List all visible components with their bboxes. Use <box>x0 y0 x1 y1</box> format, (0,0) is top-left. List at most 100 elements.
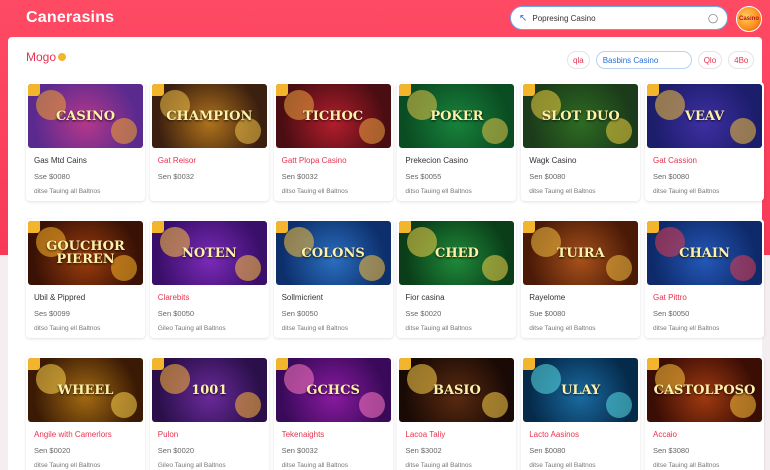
game-title[interactable]: Wagk Casino <box>529 156 632 168</box>
game-title[interactable]: Tekenaights <box>282 430 385 442</box>
card-meta: Sollmicrient Sen $0050 ditse Tauing ell Ba… <box>274 287 393 334</box>
badge-icon <box>646 84 659 96</box>
game-title[interactable]: Gas Mtd Cains <box>34 156 137 168</box>
filter-button-left[interactable]: qla <box>567 51 590 69</box>
game-title[interactable]: Gat Pittro <box>653 293 756 305</box>
game-title[interactable]: Gat Reisor <box>158 156 261 168</box>
game-title[interactable]: Fior casina <box>405 293 508 305</box>
thumbnail-art-text: CHED <box>434 245 479 261</box>
game-thumbnail[interactable]: ULAY <box>523 358 639 422</box>
game-card[interactable]: TICHOC Gatt Plopa Casino Sen $0032 ditso Ta… <box>273 82 393 201</box>
badge-icon <box>523 221 536 233</box>
game-card[interactable]: NOTEN Clarebits Sen $0050 Gileo Tauing all … <box>149 219 269 338</box>
card-meta: Prekecion Casino Ses $0055 ditso Tauing el… <box>397 150 516 197</box>
filter-button-right-2[interactable]: 4Bo <box>728 51 755 69</box>
game-subtitle: ditse Tauing all Baltnos <box>405 325 472 332</box>
game-price: Sen $0032 <box>281 446 318 455</box>
game-card[interactable]: CHAMPION Gat Reisor Sen $0032 <box>149 82 269 201</box>
badge-icon <box>646 221 659 233</box>
game-thumbnail[interactable]: NOTEN <box>151 221 267 285</box>
game-subtitle: ditse Tauing ell Baltnos <box>281 325 348 332</box>
game-title[interactable]: Pulon <box>158 430 261 442</box>
thumbnail-art-text: GCHCS <box>306 382 360 398</box>
search-field[interactable]: ↖ Popresing Casino ◯ <box>510 6 728 30</box>
light-glow <box>729 118 756 144</box>
game-title[interactable]: Angile with Camerlors <box>34 430 137 442</box>
game-thumbnail[interactable]: CHED <box>399 221 515 285</box>
game-thumbnail[interactable]: GOUCHOR PIEREN <box>28 221 143 285</box>
brand-logo[interactable]: Canerasins <box>26 9 114 27</box>
game-card[interactable]: CASINO Gas Mtd Cains Sse $0080 ditse Tauing… <box>26 82 145 201</box>
game-price: Sen $0050 <box>652 309 690 318</box>
game-subtitle: ditse Tauing all Baltnos <box>281 462 348 469</box>
game-thumbnail[interactable]: BASIO <box>399 358 515 422</box>
game-thumbnail[interactable]: WHEEL <box>28 358 143 422</box>
game-thumbnail[interactable]: CHAIN <box>646 221 762 285</box>
game-subtitle: ditse Tauing all Baltnos <box>652 462 720 469</box>
game-card[interactable]: BASIO Lacoa Taliy Sen $3002 ditse Tauing al… <box>397 356 517 470</box>
badge-icon <box>399 358 412 370</box>
game-card[interactable]: VEAV Gat Cassion Sen $0080 ditse Tauing ell… <box>644 82 764 201</box>
light-glow <box>606 392 633 418</box>
thumbnail-art-text: WHEEL <box>57 382 114 398</box>
game-title[interactable]: Ubil & Pippred <box>34 293 137 305</box>
game-card[interactable]: ULAY Lacto Aasinos Sen $0080 ditse Tauing e… <box>521 356 641 470</box>
game-price: Sen $0020 <box>34 446 71 455</box>
thumbnail-art-text: SLOT DUO <box>541 108 620 124</box>
card-meta: Gas Mtd Cains Sse $0080 ditse Tauing all B… <box>26 150 145 197</box>
filter-button-right-1[interactable]: Qlo <box>697 51 723 69</box>
light-glow <box>482 392 509 418</box>
game-card[interactable]: CASTOLPOSO Accaio Sen $3080 ditse Tauing al… <box>644 356 764 470</box>
game-card[interactable]: POKER Prekecion Casino Ses $0055 ditso Taui… <box>397 82 517 201</box>
game-title[interactable]: Lacto Aasinos <box>529 430 632 442</box>
game-thumbnail[interactable]: GCHCS <box>275 358 391 422</box>
coin-icon <box>58 53 67 61</box>
game-price: Sen $0050 <box>281 309 318 318</box>
user-icon[interactable]: ◯ <box>707 12 719 24</box>
game-thumbnail[interactable]: TICHOC <box>275 84 391 148</box>
game-subtitle: ditso Tauing ell Baltnos <box>405 188 472 195</box>
game-title[interactable]: Clarebits <box>158 293 261 305</box>
game-title[interactable]: Gat Cassion <box>653 156 756 168</box>
game-subtitle: Gileo Tauing all Baltnos <box>157 325 226 332</box>
light-glow <box>234 392 261 418</box>
game-title[interactable]: Accaio <box>653 430 756 442</box>
badge-icon <box>28 358 40 370</box>
game-thumbnail[interactable]: VEAV <box>646 84 762 148</box>
game-subtitle: ditse Tauing ell Baltnos <box>529 462 596 469</box>
game-title[interactable]: Prekecion Casino <box>405 156 508 168</box>
game-subtitle: ditse Tauing ell Baltnos <box>652 325 720 332</box>
avatar[interactable]: Casino <box>736 6 762 32</box>
game-price: Sen $3080 <box>652 446 690 455</box>
game-thumbnail[interactable]: COLONS <box>275 221 391 285</box>
game-thumbnail[interactable]: POKER <box>399 84 515 148</box>
game-subtitle: ditso Tauing ell Baltnos <box>281 188 348 195</box>
game-card[interactable]: WHEEL Angile with Camerlors Sen $0020 ditse… <box>26 356 145 470</box>
game-card[interactable]: CHED Fior casina Sse $0020 ditse Tauing all… <box>397 219 517 338</box>
game-thumbnail[interactable]: CHAMPION <box>151 84 267 148</box>
game-card[interactable]: COLONS Sollmicrient Sen $0050 ditse Tauing … <box>273 219 393 338</box>
game-subtitle: ditse Tauing ell Baltnos <box>652 188 720 195</box>
game-thumbnail[interactable]: 1001 <box>151 358 267 422</box>
back-arrow-icon[interactable]: ↖ <box>519 13 527 24</box>
game-subtitle: ditso Tauing ell Baltnos <box>34 325 101 332</box>
game-card[interactable]: CHAIN Gat Pittro Sen $0050 ditse Tauing ell… <box>644 219 764 338</box>
badge-icon <box>151 358 164 370</box>
game-card[interactable]: SLOT DUO Wagk Casino Sen $0080 ditse Tauing… <box>521 82 641 201</box>
game-title[interactable]: Gatt Plopa Casino <box>282 156 385 168</box>
game-thumbnail[interactable]: TUIRA <box>523 221 639 285</box>
badge-icon <box>275 84 288 96</box>
game-card[interactable]: GCHCS Tekenaights Sen $0032 ditse Tauing al… <box>273 356 393 470</box>
game-thumbnail[interactable]: SLOT DUO <box>523 84 639 148</box>
game-card[interactable]: TUIRA Rayelome Sue $0080 ditse Tauing ell B… <box>521 219 641 338</box>
badge-icon <box>523 358 536 370</box>
search-input[interactable]: Popresing Casino <box>532 14 707 23</box>
game-title[interactable]: Rayelome <box>529 293 632 305</box>
game-thumbnail[interactable]: CASINO <box>28 84 143 148</box>
game-thumbnail[interactable]: CASTOLPOSO <box>646 358 762 422</box>
filter-field[interactable]: Basbins Casino <box>595 51 692 69</box>
game-card[interactable]: GOUCHOR PIEREN Ubil & Pippred Ses $0099 dit… <box>26 219 145 338</box>
game-title[interactable]: Lacoa Taliy <box>405 430 508 442</box>
game-title[interactable]: Sollmicrient <box>282 293 385 305</box>
game-card[interactable]: 1001 Pulon Sen $0020 Gileo Tauing all Baltn… <box>149 356 269 470</box>
